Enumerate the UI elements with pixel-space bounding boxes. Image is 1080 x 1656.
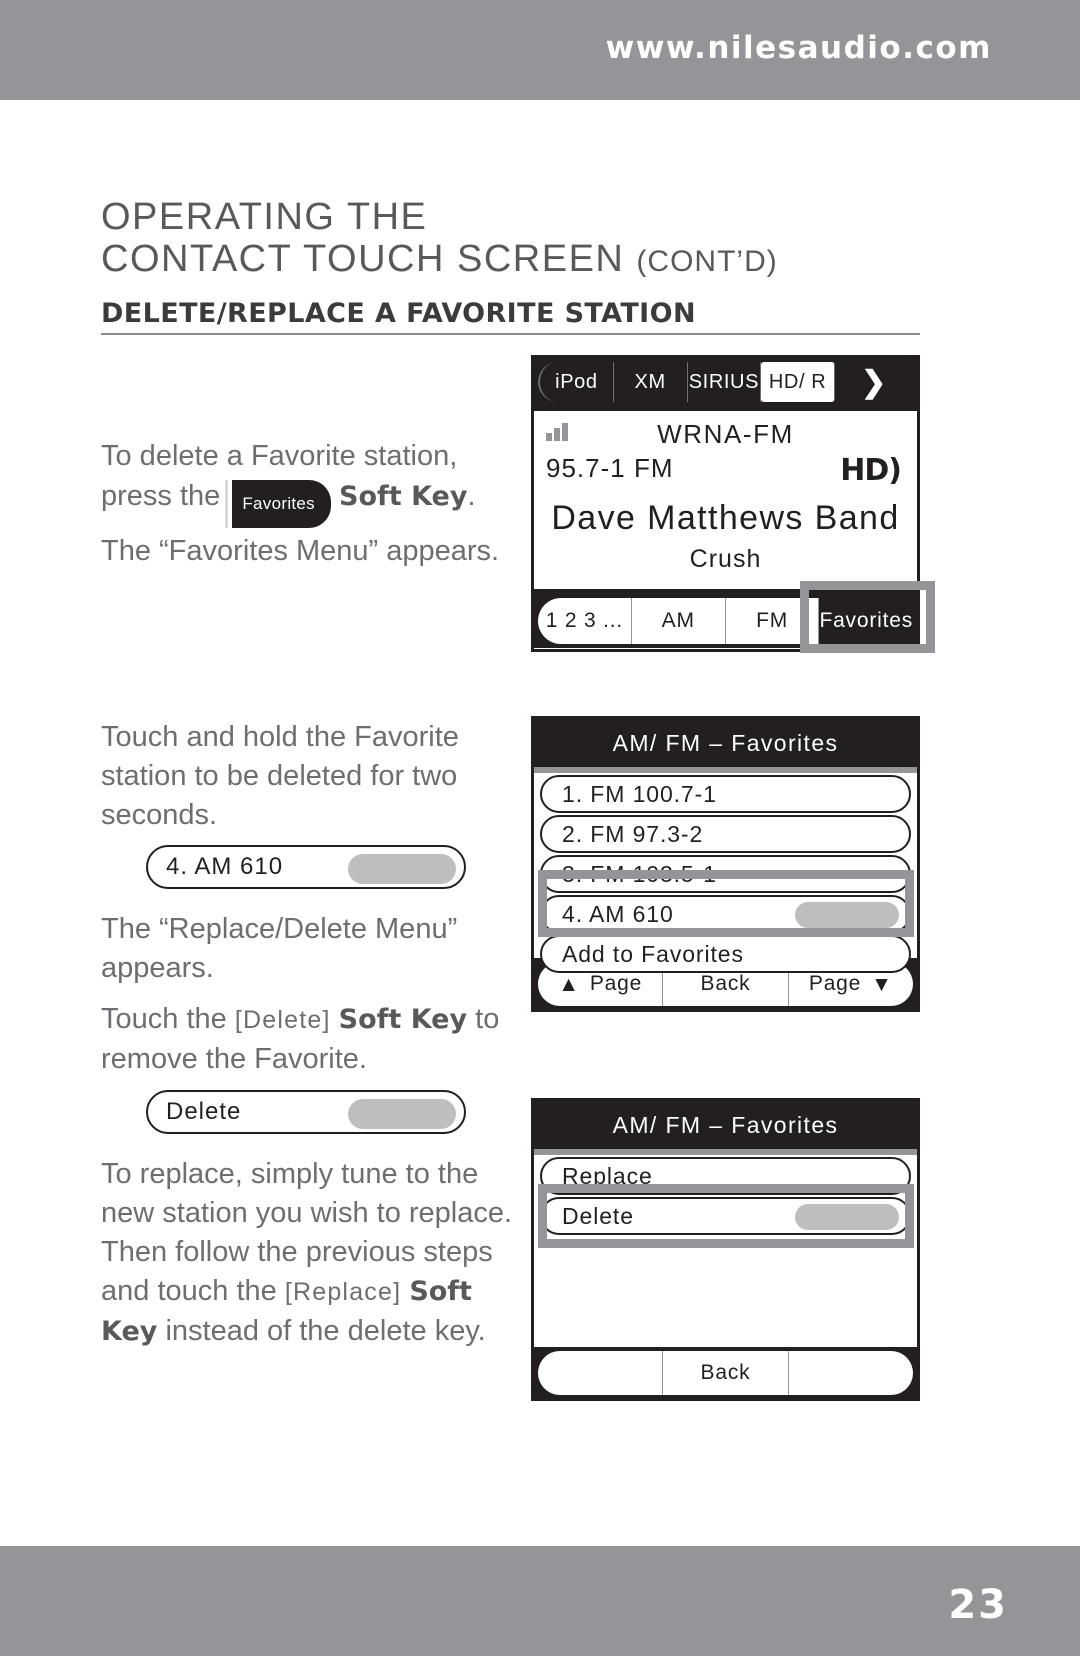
list-item[interactable]: 1. FM 100.7-1 — [540, 775, 911, 813]
inline-favorites-key-badge: Favorites — [228, 480, 331, 528]
chevron-up-icon: ▲ — [558, 972, 580, 996]
footer-band — [0, 1546, 1080, 1656]
list-item-knob-icon — [795, 1204, 899, 1230]
instruction-paragraph-5: Touch the [Delete] Soft Key to remove th… — [101, 1000, 521, 1079]
nav-empty-left[interactable] — [538, 1351, 664, 1395]
menu-title-favorites: AM/ FM – Favorites — [534, 1101, 917, 1149]
callout-delete-row: Delete — [146, 1090, 466, 1134]
instruction-paragraph-4: The “Replace/Delete Menu” appears. — [101, 913, 458, 984]
instruction-paragraph-2: The “Favorites Menu” appears. — [101, 535, 500, 567]
instruction-5-delete-key: [Delete] — [234, 1006, 331, 1034]
list-item-label: Add to Favorites — [562, 940, 744, 967]
list-item-label: 3. FM 103.5-1 — [562, 860, 717, 887]
instruction-1-line2: press the — [101, 480, 221, 512]
replace-delete-list: Replace Delete — [534, 1157, 917, 1347]
list-item-selected[interactable]: 4. AM 610 — [540, 895, 911, 933]
page-title-line2-main: CONTACT TOUCH SCREEN — [101, 238, 625, 280]
instruction-6-tail: instead of the delete key. — [165, 1315, 486, 1347]
manual-page: www.nilesaudio.com OPERATING THE CONTACT… — [0, 0, 1080, 1656]
list-item-label: Delete — [562, 1202, 634, 1229]
hd-radio-icon: HD) — [840, 453, 902, 488]
nav-empty-right[interactable] — [788, 1351, 913, 1395]
source-tab-ipod[interactable]: iPod — [538, 362, 614, 402]
page-number: 23 — [948, 1582, 1008, 1628]
navigation-bar: Back — [534, 1347, 917, 1399]
instruction-paragraph-3: Touch and hold the Favorite station to b… — [101, 721, 459, 831]
section-subtitle: DELETE/REPLACE A FAVORITE STATION — [101, 298, 696, 329]
station-frequency: 95.7-1 FM — [546, 453, 674, 483]
soft-key-am[interactable]: AM — [631, 598, 726, 644]
soft-key-fm[interactable]: FM — [725, 598, 820, 644]
nav-page-up-label: Page — [589, 972, 643, 995]
list-item-label: 4. AM 610 — [562, 900, 674, 927]
instruction-5-softkey-bold: Soft Key — [338, 1004, 468, 1035]
instruction-5-lead: Touch the — [101, 1003, 227, 1035]
instruction-paragraph-1: To delete a Favorite station, press the … — [101, 437, 521, 528]
instruction-1-line1: To delete a Favorite station, — [101, 440, 458, 472]
device-screen-now-playing: iPod XM SIRIUS HD/ R ❯ WRNA-FM 95.7-1 FM… — [531, 355, 920, 652]
callout-knob-icon — [348, 1099, 456, 1129]
callout-favorite-row-am610: 4. AM 610 — [146, 845, 466, 889]
callout-label: 4. AM 610 — [166, 853, 284, 880]
menu-separator — [534, 767, 917, 773]
page-title-line2: CONTACT TOUCH SCREEN (CONT’D) — [101, 238, 778, 283]
list-item-delete[interactable]: Delete — [540, 1197, 911, 1235]
callout-knob-icon — [348, 854, 456, 884]
page-title-line1: OPERATING THE — [101, 196, 428, 238]
instruction-paragraph-6: To replace, simply tune to the new stati… — [101, 1155, 521, 1351]
nav-back-button[interactable]: Back — [663, 1351, 789, 1395]
page-title-contd: (CONT’D) — [636, 245, 778, 278]
list-item-add-to-favorites[interactable]: Add to Favorites — [540, 935, 911, 973]
list-item-replace[interactable]: Replace — [540, 1157, 911, 1195]
source-tab-hdr[interactable]: HD/ R — [761, 362, 835, 402]
list-item-knob-icon — [795, 902, 899, 928]
favorites-list: 1. FM 100.7-1 2. FM 97.3-2 3. FM 103.5-1… — [534, 775, 917, 973]
nav-page-down-label: Page — [808, 972, 862, 995]
list-item[interactable]: 3. FM 103.5-1 — [540, 855, 911, 893]
source-tab-bar: iPod XM SIRIUS HD/ R ❯ — [534, 358, 917, 406]
soft-key-bar: 1 2 3 ... AM FM Favorites — [534, 594, 917, 648]
instruction-1-period: . — [467, 480, 476, 512]
device-screen-favorites-list: AM/ FM – Favorites 1. FM 100.7-1 2. FM 9… — [531, 716, 920, 1012]
hd-radio-label: HD — [840, 453, 889, 488]
signal-strength-icon — [546, 423, 568, 441]
now-playing-track: Crush — [689, 545, 762, 573]
list-item[interactable]: 2. FM 97.3-2 — [540, 815, 911, 853]
device-screen-replace-delete-menu: AM/ FM – Favorites Replace Delete Back — [531, 1098, 920, 1401]
chevron-down-icon: ▼ — [871, 972, 893, 996]
instruction-1-softkey-bold: Soft Key — [339, 481, 468, 512]
section-divider — [101, 333, 920, 335]
source-tab-sirius[interactable]: SIRIUS — [688, 362, 762, 402]
soft-key-presets[interactable]: 1 2 3 ... — [538, 598, 632, 644]
list-item-label: Replace — [562, 1162, 653, 1189]
list-item-label: 2. FM 97.3-2 — [562, 820, 704, 847]
menu-separator — [534, 1149, 917, 1155]
instruction-6-replace-key: [Replace] — [284, 1278, 402, 1306]
station-call-sign: WRNA-FM — [657, 419, 794, 449]
list-item-label: 1. FM 100.7-1 — [562, 780, 717, 807]
nav-back-label: Back — [700, 972, 751, 995]
now-playing-body: WRNA-FM 95.7-1 FM HD) Dave Matthews Band… — [534, 411, 917, 589]
callout-label: Delete — [166, 1098, 242, 1125]
soft-key-favorites[interactable]: Favorites — [819, 598, 913, 644]
page-title: OPERATING THE CONTACT TOUCH SCREEN (CONT… — [101, 196, 778, 283]
next-arrow-icon[interactable]: ❯ — [835, 362, 913, 402]
menu-title-favorites: AM/ FM – Favorites — [534, 719, 917, 767]
source-tab-xm[interactable]: XM — [614, 362, 688, 402]
now-playing-artist: Dave Matthews Band — [551, 499, 900, 537]
header-website-url: www.nilesaudio.com — [605, 30, 992, 66]
